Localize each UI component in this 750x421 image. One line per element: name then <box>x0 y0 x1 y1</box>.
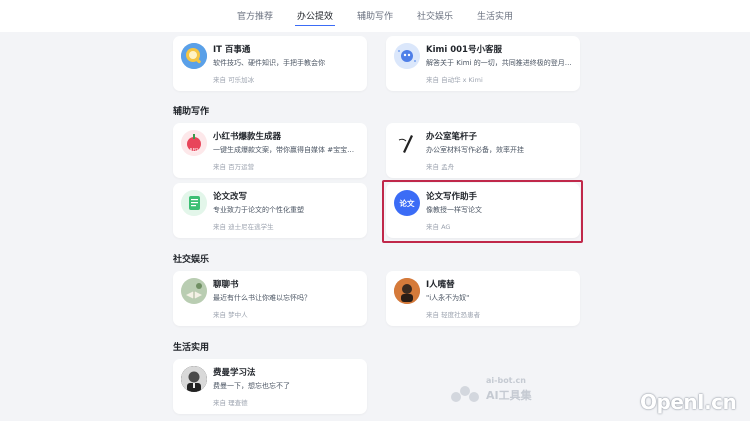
card-desc: 软件技巧、硬件知识，手把手教会你 <box>213 59 325 67</box>
card-author: 来自 迪士尼在逃学生 <box>213 223 274 231</box>
card-author: 来自 梦中人 <box>213 311 248 319</box>
tab-social[interactable]: 社交娱乐 <box>415 9 455 26</box>
card-desc: "i人永不为奴" <box>426 294 470 302</box>
feynman-avatar-icon <box>181 366 207 392</box>
card-title: 聊聊书 <box>213 280 239 290</box>
card-title: Kimi 001号小客服 <box>426 45 502 55</box>
card-i-person[interactable]: I人嘴替 "i人永不为奴" 来自 轻度社恐患者 <box>386 271 580 326</box>
card-desc: 费曼一下，想忘也忘不了 <box>213 382 290 390</box>
ai-bot-watermark: ai-bot.cn AI工具集 <box>448 376 532 405</box>
card-title: 费曼学习法 <box>213 368 256 378</box>
xhs-avatar-icon: RED <box>181 130 207 156</box>
card-title: 小红书爆款生成器 <box>213 132 282 142</box>
card-paper-rewrite[interactable]: 论文改写 专业致力于论文的个性化重塑 来自 迪士尼在逃学生 <box>173 183 367 238</box>
card-author: 来自 可乐加冰 <box>213 76 255 84</box>
category-tabs: 官方推荐 办公提效 辅助写作 社交娱乐 生活实用 <box>0 0 750 32</box>
card-office-pen[interactable]: 办公室笔杆子 办公室材料写作必备，效率开挂 来自 孟舟 <box>386 123 580 178</box>
card-author: 来自 百万运营 <box>213 163 255 171</box>
tab-life[interactable]: 生活实用 <box>475 9 515 26</box>
card-it-helper[interactable]: IT 百事通 软件技巧、硬件知识，手把手教会你 来自 可乐加冰 <box>173 36 367 91</box>
svg-text:RED: RED <box>190 148 198 153</box>
card-title: 办公室笔杆子 <box>426 132 478 142</box>
it-avatar-icon <box>181 43 207 69</box>
card-desc: 专业致力于论文的个性化重塑 <box>213 206 304 214</box>
card-title: IT 百事通 <box>213 45 251 55</box>
section-title-social: 社交娱乐 <box>173 255 210 265</box>
card-author: 来自 理查德 <box>213 399 248 407</box>
card-feynman[interactable]: 费曼学习法 费曼一下，想忘也忘不了 来自 理查德 <box>173 359 367 414</box>
tab-office[interactable]: 办公提效 <box>294 9 335 26</box>
tab-writing[interactable]: 辅助写作 <box>355 9 395 26</box>
card-desc: 一键生成爆款文案，带你赢得自媒体 #宝宝… <box>213 146 355 154</box>
card-title: I人嘴替 <box>426 280 455 290</box>
card-author: 来自 孟舟 <box>426 163 455 171</box>
openi-watermark: OpenI.cn <box>640 390 737 414</box>
card-xhs-generator[interactable]: RED 小红书爆款生成器 一键生成爆款文案，带你赢得自媒体 #宝宝… 来自 百万… <box>173 123 367 178</box>
section-title-life: 生活实用 <box>173 343 210 353</box>
kimi-avatar-icon <box>394 43 420 69</box>
card-book-chat[interactable]: 聊聊书 最近有什么书让你难以忘怀吗？ 来自 梦中人 <box>173 271 367 326</box>
document-icon <box>181 190 207 216</box>
card-kimi-service[interactable]: Kimi 001号小客服 解答关于 Kimi 的一切，共同推进终极的登月计划 来… <box>386 36 580 91</box>
card-author: 来自 自动华 x Kimi <box>426 76 483 84</box>
pen-icon <box>394 130 420 156</box>
card-desc: 办公室材料写作必备，效率开挂 <box>426 146 524 154</box>
book-avatar-icon <box>181 278 207 304</box>
i-person-avatar-icon <box>394 278 420 304</box>
card-author: 来自 轻度社恐患者 <box>426 311 481 319</box>
watermark-site-large: AI工具集 <box>486 389 532 402</box>
watermark-site-small: ai-bot.cn <box>486 376 526 385</box>
ai-bot-logo-icon <box>451 386 479 402</box>
tab-official[interactable]: 官方推荐 <box>235 9 275 26</box>
card-desc: 最近有什么书让你难以忘怀吗？ <box>213 294 311 302</box>
highlight-box <box>382 180 583 243</box>
card-desc: 解答关于 Kimi 的一切，共同推进终极的登月计划 <box>426 59 574 67</box>
card-title: 论文改写 <box>213 192 248 202</box>
section-title-writing: 辅助写作 <box>173 107 210 117</box>
